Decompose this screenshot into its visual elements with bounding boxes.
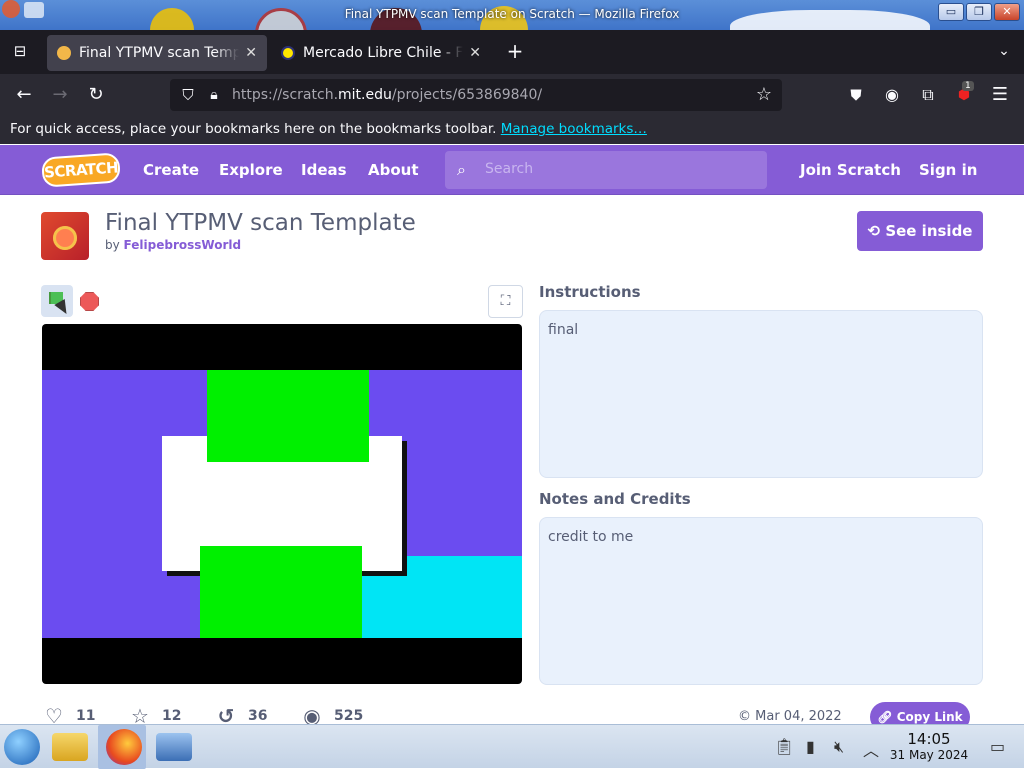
firefox-icon[interactable] <box>106 729 142 765</box>
instructions-title: Instructions <box>539 283 641 301</box>
view-count: 525 <box>334 708 364 724</box>
see-inside-button[interactable]: ⟲ See inside <box>857 211 983 251</box>
notes-title: Notes and Credits <box>539 490 691 508</box>
chevron-up-icon[interactable]: ︿ <box>863 737 879 761</box>
bookmarks-toolbar: For quick access, place your bookmarks h… <box>0 116 1024 144</box>
notes-box: credit to me <box>539 517 983 685</box>
new-tab-button[interactable]: + <box>503 39 527 63</box>
pocket-icon[interactable]: ⛊ <box>844 83 868 107</box>
scratch-favicon-icon <box>57 46 71 60</box>
author-link[interactable]: FelipebrossWorld <box>124 238 242 252</box>
green-sprite-top <box>207 370 369 462</box>
date-text: Mar 04, 2022 <box>755 709 842 724</box>
minimize-button[interactable]: ▭ <box>938 3 964 21</box>
by-label: by <box>105 238 120 252</box>
url-bar[interactable]: ⛉ 🔒︎ https://scratch.mit.edu/projects/65… <box>170 79 782 111</box>
tab-label: Mercado Libre Chile - Free shipping <box>303 45 463 61</box>
author-avatar[interactable] <box>41 212 89 260</box>
remix-icon: ↺ <box>217 704 235 728</box>
views-stat: ◉ 525 <box>300 706 363 726</box>
window-title: Final YTPMV scan Template on Scratch — M… <box>344 7 680 21</box>
search-input[interactable]: ⌕ Search <box>445 151 767 189</box>
link-icon: 🔗︎ <box>877 710 893 724</box>
instructions-box: final <box>539 310 983 478</box>
os-title-bar: Final YTPMV scan Template on Scratch — M… <box>0 0 1024 30</box>
copyright-icon: © <box>738 709 751 724</box>
see-inside-icon: ⟲ <box>867 222 881 240</box>
stop-button[interactable] <box>80 292 99 311</box>
love-stat[interactable]: ♡ 11 <box>42 706 95 726</box>
file-manager-icon[interactable] <box>52 733 88 761</box>
tab-label: Final YTPMV scan Template on Scratch <box>79 45 240 61</box>
back-button[interactable]: ← <box>12 83 36 107</box>
remix-stat: ↺ 36 <box>214 704 268 728</box>
close-window-button[interactable]: ✕ <box>994 3 1020 21</box>
project-stage[interactable] <box>42 324 522 684</box>
forward-button[interactable]: → <box>48 83 72 107</box>
project-title: Final YTPMV scan Template <box>105 210 416 236</box>
extensions-icon[interactable]: ⧉ <box>916 83 940 107</box>
instructions-text: final <box>548 322 579 338</box>
green-sprite-bottom <box>200 546 362 638</box>
search-icon: ⌕ <box>457 160 466 179</box>
notes-text: credit to me <box>548 529 634 545</box>
navigation-toolbar: ← → ↻ ⛉ 🔒︎ https://scratch.mit.edu/proje… <box>0 74 1024 116</box>
show-desktop-icon[interactable]: ▭ <box>990 737 1005 756</box>
start-orb-icon[interactable] <box>4 729 40 765</box>
fullscreen-button[interactable]: ⛶ <box>488 285 523 318</box>
scratch-header: SCRATCH Create Explore Ideas About ⌕ Sea… <box>0 145 1024 195</box>
remix-count: 36 <box>248 708 268 724</box>
tab-mercado-libre[interactable]: Mercado Libre Chile - Free shipping ✕ <box>271 35 491 71</box>
nav-explore[interactable]: Explore <box>219 161 283 179</box>
copy-link-label: Copy Link <box>896 710 963 724</box>
shield-icon[interactable]: ⛉ <box>176 83 200 107</box>
lock-icon[interactable]: 🔒︎ <box>202 83 226 107</box>
shared-date: © Mar 04, 2022 <box>738 709 842 724</box>
maximize-button[interactable]: ❐ <box>966 3 992 21</box>
tab-scratch[interactable]: Final YTPMV scan Template on Scratch ✕ <box>47 35 267 71</box>
sign-in-link[interactable]: Sign in <box>919 161 977 179</box>
stage-canvas <box>42 370 522 638</box>
close-tab-icon[interactable]: ✕ <box>469 45 481 61</box>
green-flag-button[interactable] <box>41 285 73 318</box>
heart-icon: ♡ <box>45 704 63 728</box>
tab-strip: ⊟ Final YTPMV scan Template on Scratch ✕… <box>0 30 1024 74</box>
account-icon[interactable]: ◉ <box>880 83 904 107</box>
search-placeholder: Search <box>485 161 534 177</box>
mercado-libre-favicon-icon <box>281 46 295 60</box>
chevron-down-icon[interactable]: ⌄ <box>992 39 1016 63</box>
url-text[interactable]: https://scratch.mit.edu/projects/6538698… <box>232 87 542 103</box>
nav-create[interactable]: Create <box>143 161 199 179</box>
love-count: 11 <box>76 708 96 724</box>
reload-button[interactable]: ↻ <box>84 83 108 107</box>
favorite-count: 12 <box>162 708 182 724</box>
os-taskbar: 📋︎ ▮ 🔇︎ ︿ 14:05 31 May 2024 ▭ <box>0 724 1024 769</box>
tab-list-icon[interactable]: ⊟ <box>8 39 32 63</box>
nav-about[interactable]: About <box>368 161 419 179</box>
favorite-stat[interactable]: ☆ 12 <box>128 706 181 726</box>
bookmark-star-icon[interactable]: ☆ <box>752 83 776 107</box>
star-icon: ☆ <box>131 704 149 728</box>
bookmarks-hint: For quick access, place your bookmarks h… <box>10 121 497 137</box>
system-monitor-icon[interactable] <box>156 733 192 761</box>
manage-bookmarks-link[interactable]: Manage bookmarks… <box>501 121 647 137</box>
extension-badge: 1 <box>962 81 974 91</box>
scratch-logo[interactable]: SCRATCH <box>41 152 121 188</box>
hamburger-menu-icon[interactable]: ☰ <box>988 83 1012 107</box>
nav-ideas[interactable]: Ideas <box>301 161 347 179</box>
close-tab-icon[interactable]: ✕ <box>245 45 257 61</box>
project-author-line: by FelipebrossWorld <box>105 238 241 252</box>
clock-time[interactable]: 14:05 <box>890 730 968 748</box>
clock-date[interactable]: 31 May 2024 <box>884 748 974 762</box>
battery-icon[interactable]: ▮ <box>806 737 815 756</box>
clipboard-icon[interactable]: 📋︎ <box>774 737 794 756</box>
join-scratch-link[interactable]: Join Scratch <box>800 161 901 179</box>
see-inside-label: See inside <box>885 222 973 240</box>
eye-icon: ◉ <box>303 704 321 728</box>
mute-icon[interactable]: 🔇︎ <box>834 737 844 757</box>
